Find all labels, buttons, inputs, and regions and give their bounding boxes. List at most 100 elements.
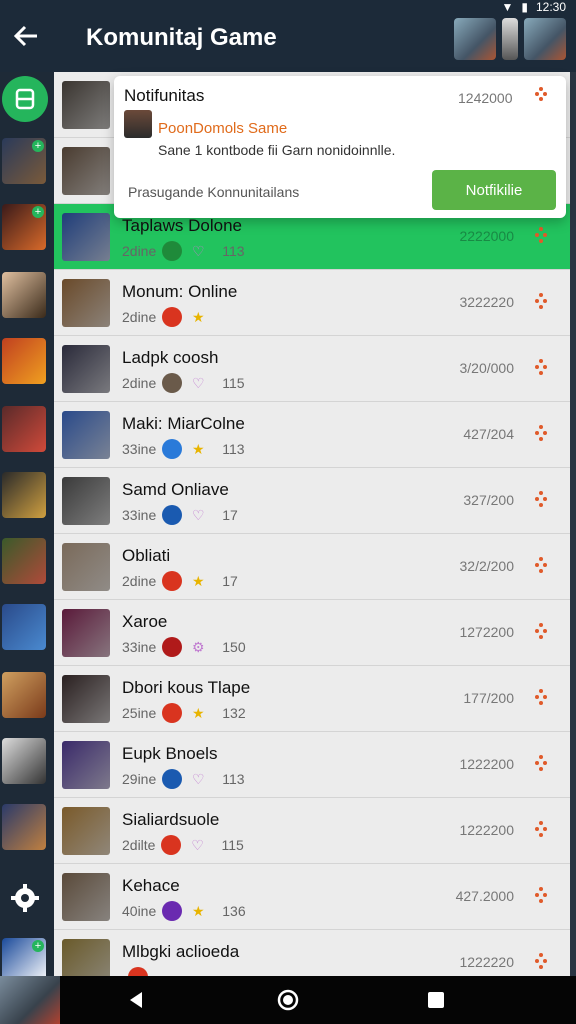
reaction-icon: ★ (191, 704, 205, 721)
game-thumb (62, 675, 110, 723)
header-avatars (454, 18, 566, 60)
popup-title: Notifunitas (124, 86, 205, 105)
game-meta-row: 29ine ♡ 113 (122, 769, 245, 789)
status-icon (162, 241, 183, 261)
game-meta: 2dine (122, 309, 157, 325)
status-icon (162, 373, 183, 393)
scrollbar[interactable] (570, 72, 576, 976)
list-item[interactable]: Xaroe 33ine ⚙ 150 1272200 (54, 600, 570, 666)
game-meta-row: 2dine ♡ 115 (122, 373, 245, 393)
avatar[interactable] (524, 18, 566, 60)
menu-icon[interactable] (534, 688, 548, 706)
list-item[interactable]: Maki: MiarColne 33ine ★ 113 427/204 (54, 402, 570, 468)
menu-icon[interactable] (534, 226, 548, 244)
game-thumb (62, 939, 110, 976)
reaction-icon: ♡ (191, 506, 205, 523)
sidebar-game-thumb[interactable]: + (2, 204, 46, 250)
list-item[interactable]: Kehace 40ine ★ 136 427.2000 (54, 864, 570, 930)
game-name: Taplaws Dolone (122, 216, 243, 235)
game-meta-row: 33ine ⚙ 150 (122, 637, 246, 657)
game-thumb[interactable] (0, 976, 60, 1024)
game-meta: 33ine (122, 441, 157, 457)
game-count: 115 (221, 837, 244, 853)
game-thumb (62, 279, 110, 327)
game-meta-row (122, 967, 162, 976)
game-meta: 2dine (122, 243, 157, 259)
back-button[interactable] (12, 22, 40, 50)
game-thumb (62, 411, 110, 459)
home-button[interactable] (2, 76, 48, 122)
list-item[interactable]: Obliati 2dine ★ 17 32/2/200 (54, 534, 570, 600)
list-item[interactable]: Dbori kous Tlape 25ine ★ 132 177/200 (54, 666, 570, 732)
game-score: 1272200 (459, 624, 514, 640)
game-name: Kehace (122, 876, 180, 895)
game-name: Ladpk coosh (122, 348, 219, 367)
sidebar-game-thumb[interactable] (2, 338, 46, 384)
menu-icon[interactable] (534, 820, 548, 838)
avatar[interactable] (502, 18, 518, 60)
game-score: 427.2000 (455, 888, 514, 904)
menu-icon[interactable] (534, 952, 548, 970)
list-item[interactable]: Mlbgki aclioeda 1222220 (54, 930, 570, 976)
game-score: 3/20/000 (459, 360, 515, 376)
status-icon (162, 571, 183, 591)
menu-icon[interactable] (534, 490, 548, 508)
sidebar-game-thumb[interactable] (2, 672, 46, 718)
popup-footer: Prasugande Konnunitailans (128, 184, 300, 200)
status-icon (162, 637, 183, 657)
notify-button[interactable]: Notfikilie (432, 170, 556, 210)
sidebar-game-thumb[interactable] (2, 406, 46, 452)
menu-icon[interactable] (534, 622, 548, 640)
sidebar-game-thumb[interactable] (2, 738, 46, 784)
menu-icon[interactable] (534, 754, 548, 772)
game-thumb (62, 807, 110, 855)
recents-nav-icon[interactable] (424, 988, 448, 1012)
reaction-icon: ♡ (191, 836, 204, 853)
game-thumb (62, 213, 110, 261)
gear-icon[interactable] (9, 882, 41, 914)
game-meta: 2dine (122, 375, 157, 391)
game-score: 1222220 (459, 954, 514, 970)
menu-icon[interactable] (534, 86, 548, 102)
reaction-icon: ★ (191, 440, 205, 457)
list-item[interactable]: Monum: Online 2dine ★ 3222220 (54, 270, 570, 336)
status-icon (162, 769, 183, 789)
menu-icon[interactable] (534, 886, 548, 904)
menu-icon[interactable] (534, 424, 548, 442)
list-item[interactable]: Eupk Bnoels 29ine ♡ 113 1222200 (54, 732, 570, 798)
menu-icon[interactable] (534, 292, 548, 310)
game-score: 327/200 (463, 492, 514, 508)
sidebar-game-thumb[interactable] (2, 272, 46, 318)
list-item[interactable]: Samd Onliave 33ine ♡ 17 327/200 (54, 468, 570, 534)
game-count: 115 (222, 375, 245, 391)
home-nav-icon[interactable] (276, 988, 300, 1012)
list-item[interactable]: Ladpk coosh 2dine ♡ 115 3/20/000 (54, 336, 570, 402)
sidebar-game-thumb[interactable] (2, 804, 46, 850)
sidebar-game-thumb[interactable]: + (2, 138, 46, 184)
game-score: 32/2/200 (459, 558, 515, 574)
reaction-icon: ⚙ (191, 638, 205, 655)
game-meta-row: 2dine ♡ 113 (122, 241, 245, 261)
game-count: 113 (222, 441, 245, 457)
game-count: 113 (222, 243, 245, 259)
back-nav-icon[interactable] (124, 988, 148, 1012)
game-thumb (62, 477, 110, 525)
reaction-icon: ★ (191, 308, 205, 325)
list-item[interactable]: Sialiardsuole 2dilte ♡ 115 1222200 (54, 798, 570, 864)
menu-icon[interactable] (534, 556, 548, 574)
sidebar-game-thumb[interactable] (2, 604, 46, 650)
app-header: ▼ ▮ 12:30 Komunitaj Game (0, 0, 576, 72)
game-meta-row: 33ine ★ 113 (122, 439, 245, 459)
plus-icon: + (32, 206, 44, 218)
reaction-icon: ♡ (191, 770, 205, 787)
game-name: Maki: MiarColne (122, 414, 245, 433)
game-meta-row: 2dine ★ 17 (122, 571, 238, 591)
game-meta-row: 2dine ★ (122, 307, 222, 327)
menu-icon[interactable] (534, 358, 548, 376)
avatar[interactable] (454, 18, 496, 60)
game-score: 2222000 (459, 228, 514, 244)
game-meta: 33ine (122, 507, 157, 523)
sidebar-game-thumb[interactable] (2, 538, 46, 584)
sidebar-game-thumb[interactable] (2, 472, 46, 518)
game-score: 1222200 (459, 822, 514, 838)
